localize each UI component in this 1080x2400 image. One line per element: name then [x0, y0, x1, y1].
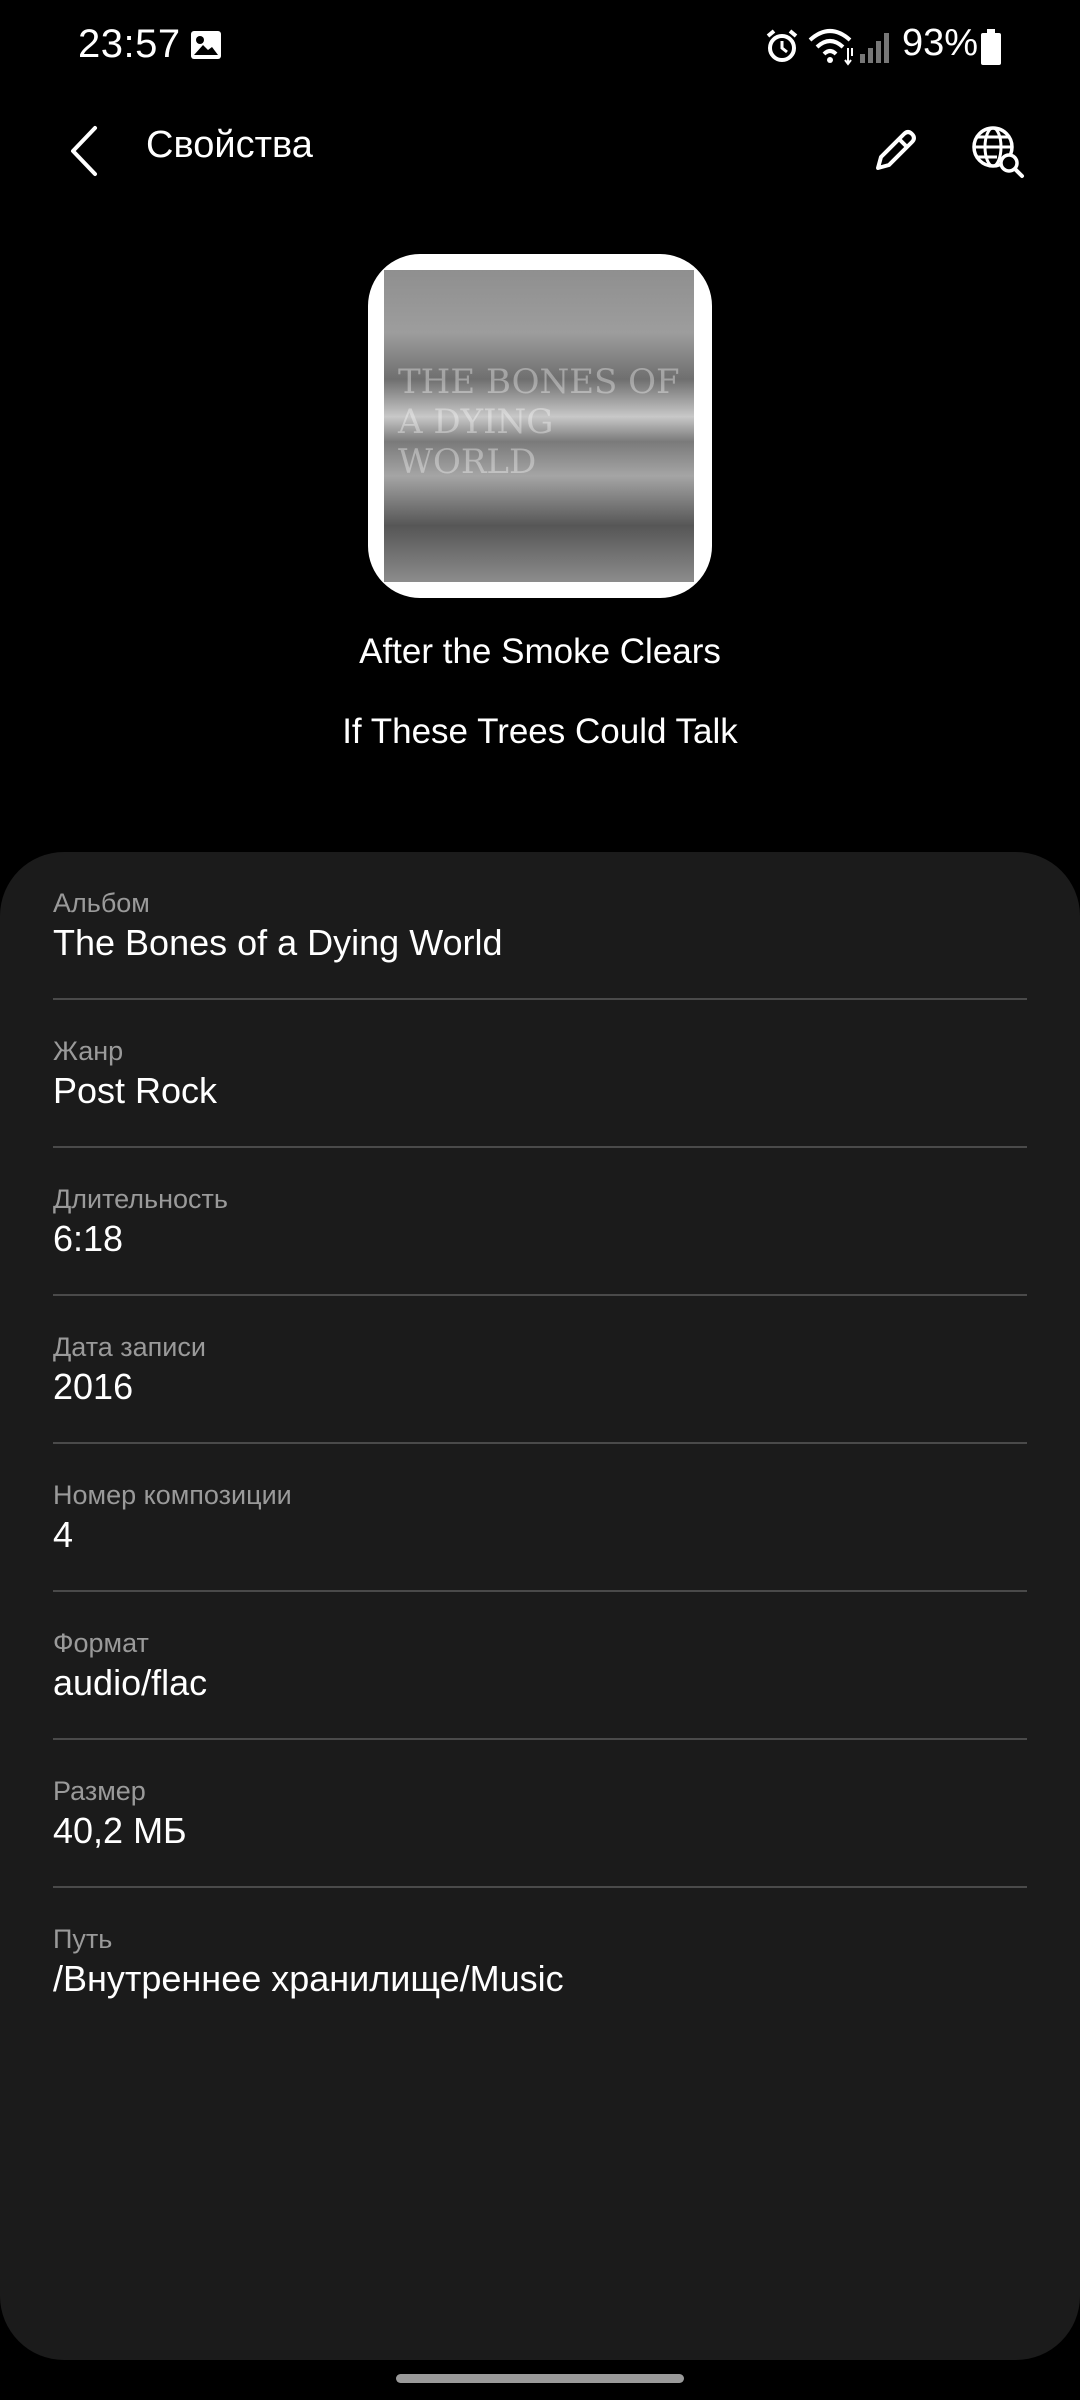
detail-label: Альбом — [53, 888, 150, 918]
detail-value: 4 — [53, 1514, 74, 1555]
detail-label: Номер композиции — [53, 1480, 292, 1510]
status-bar: 23:57 93% — [0, 0, 1080, 96]
album-cover-image: The Bones of a Dying World — [384, 270, 694, 582]
battery-percent: 93% — [902, 22, 979, 64]
detail-value: /Внутреннее хранилище/Music — [53, 1958, 564, 1999]
globe-search-icon — [972, 126, 1024, 178]
song-title: After the Smoke Clears — [359, 632, 721, 671]
album-cover-text: The Bones of a Dying World — [398, 362, 680, 482]
gesture-navigation-handle[interactable] — [396, 2374, 684, 2383]
detail-value: The Bones of a Dying World — [53, 922, 503, 963]
gallery-icon — [191, 31, 221, 59]
detail-label: Длительность — [53, 1184, 228, 1214]
edit-button[interactable] — [860, 116, 930, 186]
detail-value: 2016 — [53, 1366, 134, 1407]
artist-name: If These Trees Could Talk — [342, 712, 738, 751]
back-button[interactable] — [50, 116, 120, 186]
detail-value: 40,2 МБ — [53, 1810, 187, 1851]
back-arrow-icon — [71, 126, 97, 176]
detail-value: audio/flac — [53, 1662, 208, 1703]
alarm-icon — [766, 29, 798, 62]
detail-row-size[interactable]: Размер 40,2 МБ — [53, 1740, 1027, 1888]
detail-row-genre[interactable]: Жанр Post Rock — [53, 1000, 1027, 1148]
detail-value: Post Rock — [53, 1070, 218, 1111]
edit-pencil-icon — [876, 130, 916, 170]
status-time: 23:57 — [78, 22, 181, 66]
page-title: Свойства — [146, 124, 313, 166]
detail-value: 6:18 — [53, 1218, 124, 1259]
detail-label: Формат — [53, 1628, 149, 1658]
detail-label: Дата записи — [53, 1332, 206, 1362]
wifi-icon — [808, 29, 853, 66]
detail-label: Жанр — [53, 1036, 124, 1066]
signal-icon — [860, 33, 889, 63]
detail-row-track-number[interactable]: Номер композиции 4 — [53, 1444, 1027, 1592]
details-card: Альбом The Bones of a Dying World Жанр P… — [0, 852, 1080, 2360]
web-search-button[interactable] — [962, 116, 1032, 186]
album-art: The Bones of a Dying World — [368, 254, 712, 598]
detail-row-record-date[interactable]: Дата записи 2016 — [53, 1296, 1027, 1444]
detail-label: Размер — [53, 1776, 146, 1806]
detail-row-format[interactable]: Формат audio/flac — [53, 1592, 1027, 1740]
detail-label: Путь — [53, 1924, 113, 1954]
battery-icon — [981, 29, 1001, 65]
detail-row-path[interactable]: Путь /Внутреннее хранилище/Music — [53, 1888, 1027, 2036]
detail-row-duration[interactable]: Длительность 6:18 — [53, 1148, 1027, 1296]
app-bar: Свойства — [0, 96, 1080, 206]
detail-row-album[interactable]: Альбом The Bones of a Dying World — [53, 852, 1027, 1000]
